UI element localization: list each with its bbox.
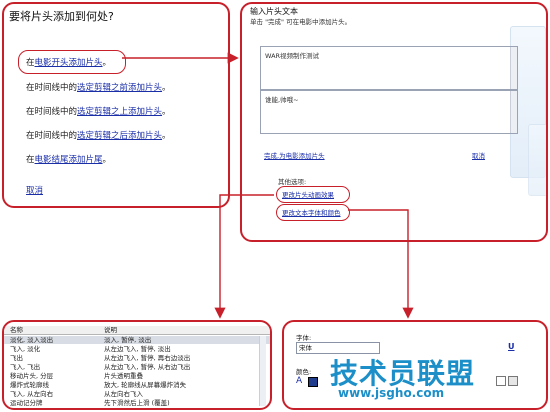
arrow-to-animation-panel — [214, 194, 274, 319]
arrow-to-font-panel — [348, 209, 414, 319]
callout-arrows — [122, 52, 414, 319]
